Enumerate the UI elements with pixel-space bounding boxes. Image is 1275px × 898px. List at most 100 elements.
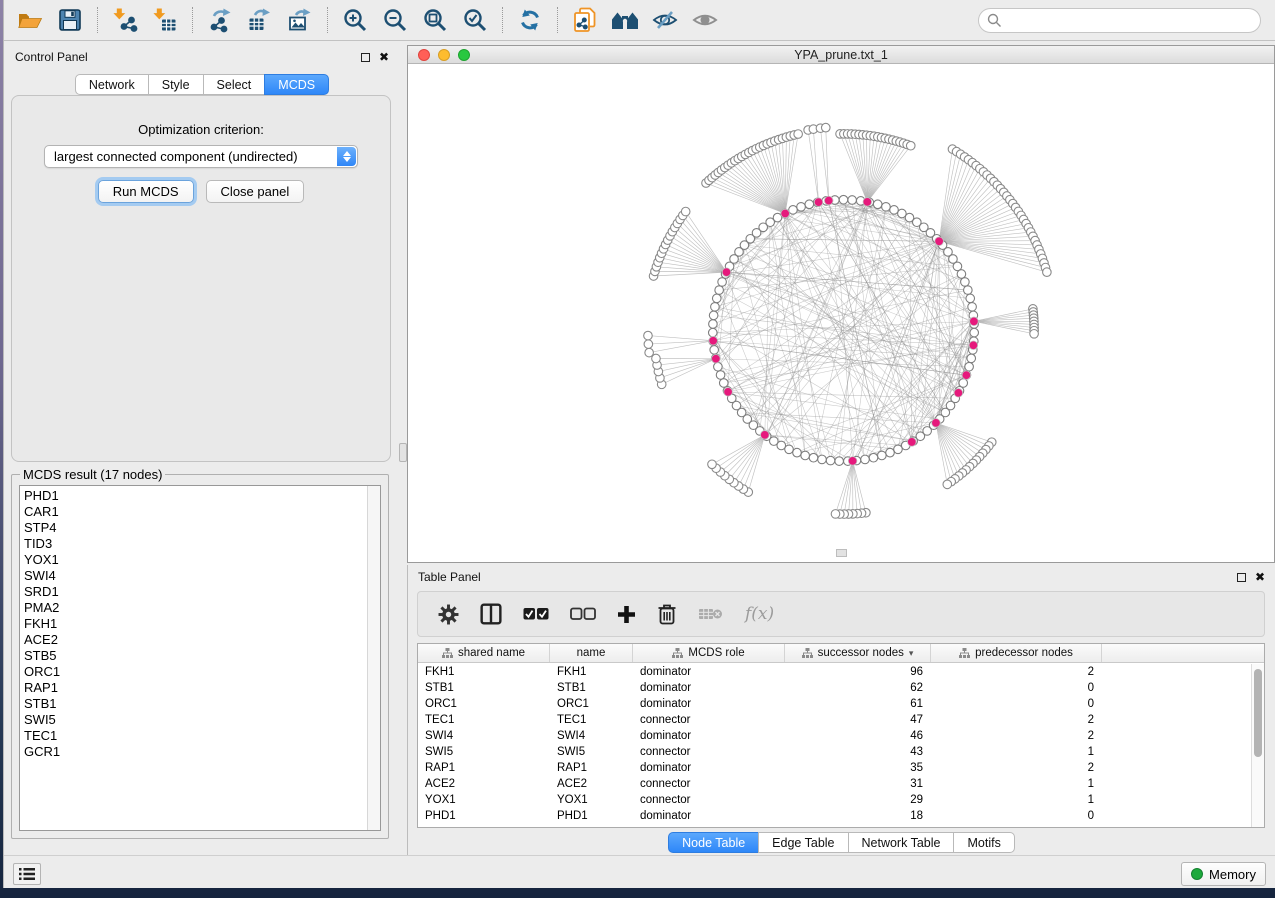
tab-network-table[interactable]: Network Table [848, 832, 955, 853]
mcds-list-scrollbar[interactable] [367, 486, 380, 830]
tab-node-table[interactable]: Node Table [668, 832, 759, 853]
run-mcds-button[interactable]: Run MCDS [98, 180, 194, 203]
show-columns-button[interactable] [480, 599, 502, 629]
mcds-result-item[interactable]: RAP1 [24, 680, 366, 696]
close-panel-icon[interactable]: ✖ [379, 51, 389, 63]
show-all-button[interactable] [685, 2, 725, 38]
export-table-button[interactable] [240, 2, 280, 38]
table-row[interactable]: ORC1ORC1dominator610 [418, 696, 1251, 712]
table-body: FKH1FKH1dominator962STB1STB1dominator620… [418, 664, 1251, 827]
memory-status-icon [1191, 868, 1203, 880]
columns-icon [480, 603, 502, 625]
float-panel-icon[interactable] [1237, 573, 1246, 582]
mcds-result-item[interactable]: GCR1 [24, 744, 366, 760]
mcds-result-item[interactable]: FKH1 [24, 616, 366, 632]
table-row[interactable]: SWI4SWI4dominator462 [418, 728, 1251, 744]
criterion-select[interactable]: largest connected component (undirected) [44, 145, 358, 168]
export-network-icon [207, 7, 233, 33]
mcds-result-item[interactable]: TEC1 [24, 728, 366, 744]
table-row[interactable]: STB1STB1dominator620 [418, 680, 1251, 696]
window-close-icon[interactable] [418, 49, 430, 61]
show-panels-button[interactable] [13, 863, 41, 885]
tab-network[interactable]: Network [75, 74, 149, 95]
mcds-result-item[interactable]: SRD1 [24, 584, 366, 600]
window-maximize-icon[interactable] [458, 49, 470, 61]
tab-edge-table[interactable]: Edge Table [758, 832, 848, 853]
table-scrollbar[interactable] [1251, 664, 1264, 827]
close-panel-button[interactable]: Close panel [206, 180, 305, 203]
function-builder-button[interactable]: f(x) [745, 599, 774, 629]
tab-style[interactable]: Style [148, 74, 204, 95]
apply-layout-button[interactable] [510, 2, 550, 38]
mcds-result-item[interactable]: YOX1 [24, 552, 366, 568]
network-canvas[interactable] [408, 65, 1274, 562]
column-header-mcds-role[interactable]: MCDS role [633, 644, 785, 662]
deselect-all-button[interactable] [570, 599, 596, 629]
table-cell: RAP1 [418, 762, 550, 774]
zoom-fit-button[interactable] [415, 2, 455, 38]
table-cell: connector [633, 778, 785, 790]
export-image-button[interactable] [280, 2, 320, 38]
search-icon [987, 13, 1002, 28]
mcds-result-item[interactable]: CAR1 [24, 504, 366, 520]
column-header-name[interactable]: name [550, 644, 633, 662]
delete-column-button[interactable] [657, 599, 677, 629]
mcds-result-item[interactable]: PMA2 [24, 600, 366, 616]
window-minimize-icon[interactable] [438, 49, 450, 61]
delete-table-button[interactable] [698, 599, 724, 629]
tab-select[interactable]: Select [203, 74, 266, 95]
mcds-result-item[interactable]: PHD1 [24, 488, 366, 504]
add-column-button[interactable] [617, 599, 636, 629]
hide-selected-button[interactable] [645, 2, 685, 38]
zoom-out-button[interactable] [375, 2, 415, 38]
table-cell: 2 [931, 730, 1102, 742]
mcds-result-item[interactable]: STP4 [24, 520, 366, 536]
toolbar-separator [502, 7, 503, 33]
mcds-result-item[interactable]: SWI5 [24, 712, 366, 728]
import-table-button[interactable] [145, 2, 185, 38]
table-row[interactable]: YOX1YOX1connector291 [418, 792, 1251, 808]
horizontal-splitter-handle[interactable] [836, 549, 847, 557]
mcds-result-item[interactable]: ORC1 [24, 664, 366, 680]
mcds-result-item[interactable]: STB1 [24, 696, 366, 712]
table-row[interactable]: TEC1TEC1connector472 [418, 712, 1251, 728]
first-neighbors-button[interactable] [605, 2, 645, 38]
save-session-button[interactable] [50, 2, 90, 38]
float-panel-icon[interactable] [361, 53, 370, 62]
mcds-result-item[interactable]: ACE2 [24, 632, 366, 648]
vertical-splitter[interactable] [399, 45, 407, 855]
close-panel-icon[interactable]: ✖ [1255, 571, 1265, 583]
column-header-shared-name[interactable]: shared name [418, 644, 550, 662]
mcds-result-item[interactable]: TID3 [24, 536, 366, 552]
table-cell: STB1 [550, 682, 633, 694]
memory-button[interactable]: Memory [1181, 862, 1266, 886]
splitter-handle[interactable] [399, 443, 407, 462]
zoom-in-button[interactable] [335, 2, 375, 38]
table-cell: 61 [785, 698, 931, 710]
table-cell: YOX1 [550, 794, 633, 806]
table-row[interactable]: SWI5SWI5connector431 [418, 744, 1251, 760]
network-graph[interactable] [408, 65, 1274, 562]
column-header-successor-nodes[interactable]: successor nodes ▾ [785, 644, 931, 662]
select-all-button[interactable] [523, 599, 549, 629]
table-cell: 31 [785, 778, 931, 790]
column-header-predecessor-nodes[interactable]: predecessor nodes [931, 644, 1102, 662]
table-row[interactable]: FKH1FKH1dominator962 [418, 664, 1251, 680]
table-settings-button[interactable] [438, 599, 459, 629]
open-file-button[interactable] [10, 2, 50, 38]
import-network-button[interactable] [105, 2, 145, 38]
table-scrollbar-thumb[interactable] [1254, 669, 1262, 757]
clone-network-button[interactable] [565, 2, 605, 38]
zoom-selected-button[interactable] [455, 2, 495, 38]
table-row[interactable]: RAP1RAP1dominator352 [418, 760, 1251, 776]
zoom-out-icon [382, 7, 408, 33]
gear-icon [438, 604, 459, 625]
mcds-result-item[interactable]: STB5 [24, 648, 366, 664]
tab-mcds[interactable]: MCDS [264, 74, 329, 95]
search-input[interactable] [1002, 11, 1260, 31]
table-row[interactable]: PHD1PHD1dominator180 [418, 808, 1251, 824]
export-network-button[interactable] [200, 2, 240, 38]
table-row[interactable]: ACE2ACE2connector311 [418, 776, 1251, 792]
tab-motifs[interactable]: Motifs [953, 832, 1014, 853]
mcds-result-item[interactable]: SWI4 [24, 568, 366, 584]
